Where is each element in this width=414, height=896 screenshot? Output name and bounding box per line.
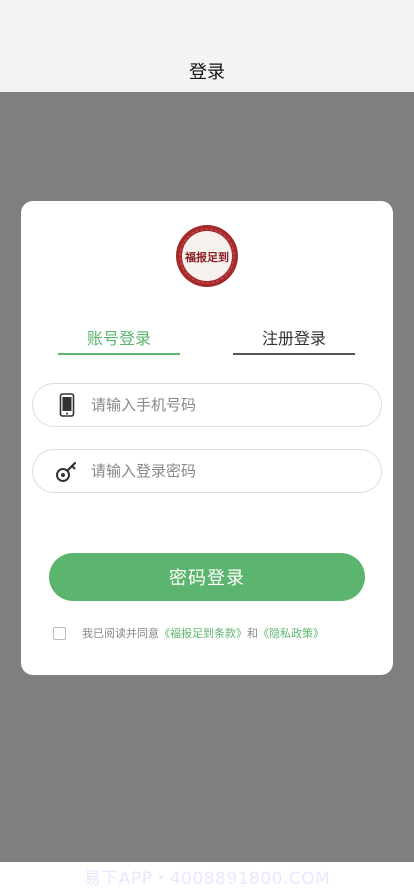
svg-text:福报足到: 福报足到 [184,250,229,264]
agreement-text: 我已阅读并同意《福报足到条款》和《隐私政策》 [82,625,324,641]
agreement-checkbox[interactable] [53,626,66,640]
phone-input[interactable] [91,396,351,414]
nav-bar: 登录 [0,0,414,92]
tab-register-login[interactable]: 注册登录 [233,325,355,349]
password-input[interactable] [91,462,351,480]
phone-icon [55,393,79,417]
agreement-and: 和 [247,627,258,640]
agreement-prefix: 我已阅读并同意 [82,627,159,640]
privacy-link[interactable]: 《隐私政策》 [258,627,324,640]
password-field[interactable] [32,449,382,493]
phone-field[interactable] [32,383,382,427]
brand-seal-logo: 福报足到 [176,225,238,287]
key-icon [55,459,79,483]
password-login-button[interactable]: 密码登录 [49,553,365,601]
tab-register-indicator [233,353,355,355]
agreement-row: 我已阅读并同意《福报足到条款》和《隐私政策》 [53,625,324,641]
tab-account-login[interactable]: 账号登录 [58,325,180,349]
watermark: 易下APP・4008891800.COM [83,869,331,889]
login-dialog: 福报足到 账号登录 注册登录 密码登录 我已阅读并同意《福报足到条款》 [21,201,393,675]
tab-account-indicator [58,353,180,355]
page-title: 登录 [189,62,225,83]
terms-link[interactable]: 《福报足到条款》 [159,627,247,640]
